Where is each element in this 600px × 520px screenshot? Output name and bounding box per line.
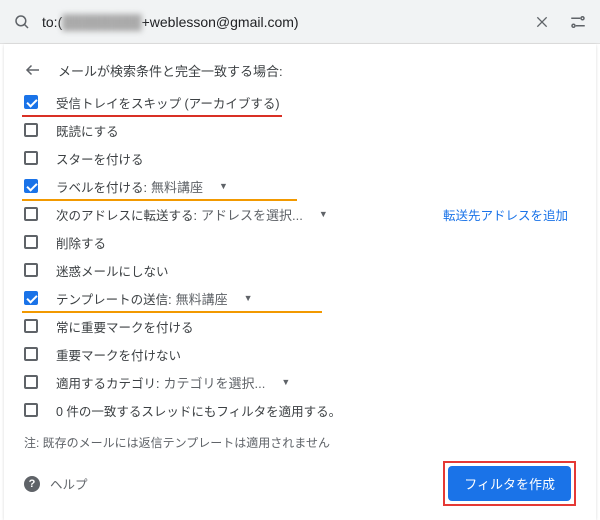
back-icon[interactable] [24, 60, 44, 80]
option-send-template[interactable]: テンプレートの送信: 無料講座 ▼ [24, 284, 576, 312]
option-star[interactable]: スターを付ける [24, 144, 576, 172]
checkbox-mark-read[interactable] [24, 123, 38, 137]
create-filter-button[interactable]: フィルタを作成 [448, 466, 571, 501]
chevron-down-icon: ▼ [244, 293, 253, 303]
checkbox-categorize[interactable] [24, 375, 38, 389]
option-never-important[interactable]: 重要マークを付けない [24, 340, 576, 368]
search-input[interactable]: to:(████████+weblesson@gmail.com) [32, 14, 532, 30]
option-always-important[interactable]: 常に重要マークを付ける [24, 312, 576, 340]
help-link[interactable]: ? ヘルプ [24, 474, 88, 493]
checkbox-forward[interactable] [24, 207, 38, 221]
option-skip-inbox[interactable]: 受信トレイをスキップ (アーカイブする) [24, 88, 576, 116]
checkbox-star[interactable] [24, 151, 38, 165]
option-apply-matching[interactable]: 0 件の一致するスレッドにもフィルタを適用する。 [24, 396, 576, 424]
highlight-box: フィルタを作成 [443, 461, 576, 506]
option-apply-label[interactable]: ラベルを付ける: 無料講座 ▼ [24, 172, 576, 200]
option-delete[interactable]: 削除する [24, 228, 576, 256]
clear-icon[interactable] [532, 12, 552, 32]
label-dropdown[interactable]: 無料講座 ▼ [147, 177, 228, 196]
filter-panel: メールが検索条件と完全一致する場合: 受信トレイをスキップ (アーカイブする) … [4, 44, 596, 520]
checkbox-skip-inbox[interactable] [24, 95, 38, 109]
option-mark-read[interactable]: 既読にする [24, 116, 576, 144]
category-dropdown[interactable]: カテゴリを選択... ▼ [159, 373, 290, 392]
option-categorize[interactable]: 適用するカテゴリ: カテゴリを選択... ▼ [24, 368, 576, 396]
filter-options-icon[interactable] [568, 12, 588, 32]
search-icon [12, 12, 32, 32]
checkbox-delete[interactable] [24, 235, 38, 249]
chevron-down-icon: ▼ [281, 377, 290, 387]
panel-title: メールが検索条件と完全一致する場合: [58, 61, 283, 80]
panel-header: メールが検索条件と完全一致する場合: [24, 52, 576, 88]
checkbox-never-spam[interactable] [24, 263, 38, 277]
checkbox-always-important[interactable] [24, 319, 38, 333]
help-icon: ? [24, 476, 40, 492]
checkbox-never-important[interactable] [24, 347, 38, 361]
option-never-spam[interactable]: 迷惑メールにしない [24, 256, 576, 284]
template-dropdown[interactable]: 無料講座 ▼ [172, 289, 253, 308]
chevron-down-icon: ▼ [219, 181, 228, 191]
chevron-down-icon: ▼ [319, 209, 328, 219]
search-bar: to:(████████+weblesson@gmail.com) [0, 0, 600, 44]
checkbox-apply-matching[interactable] [24, 403, 38, 417]
add-forward-address-link[interactable]: 転送先アドレスを追加 [443, 205, 576, 224]
option-forward[interactable]: 次のアドレスに転送する: アドレスを選択... ▼ 転送先アドレスを追加 [24, 200, 576, 228]
forward-dropdown[interactable]: アドレスを選択... ▼ [197, 205, 328, 224]
checkbox-apply-label[interactable] [24, 179, 38, 193]
checkbox-send-template[interactable] [24, 291, 38, 305]
panel-footer: ? ヘルプ フィルタを作成 [24, 461, 576, 506]
note-text: 注: 既存のメールには返信テンプレートは適用されません [24, 434, 576, 451]
